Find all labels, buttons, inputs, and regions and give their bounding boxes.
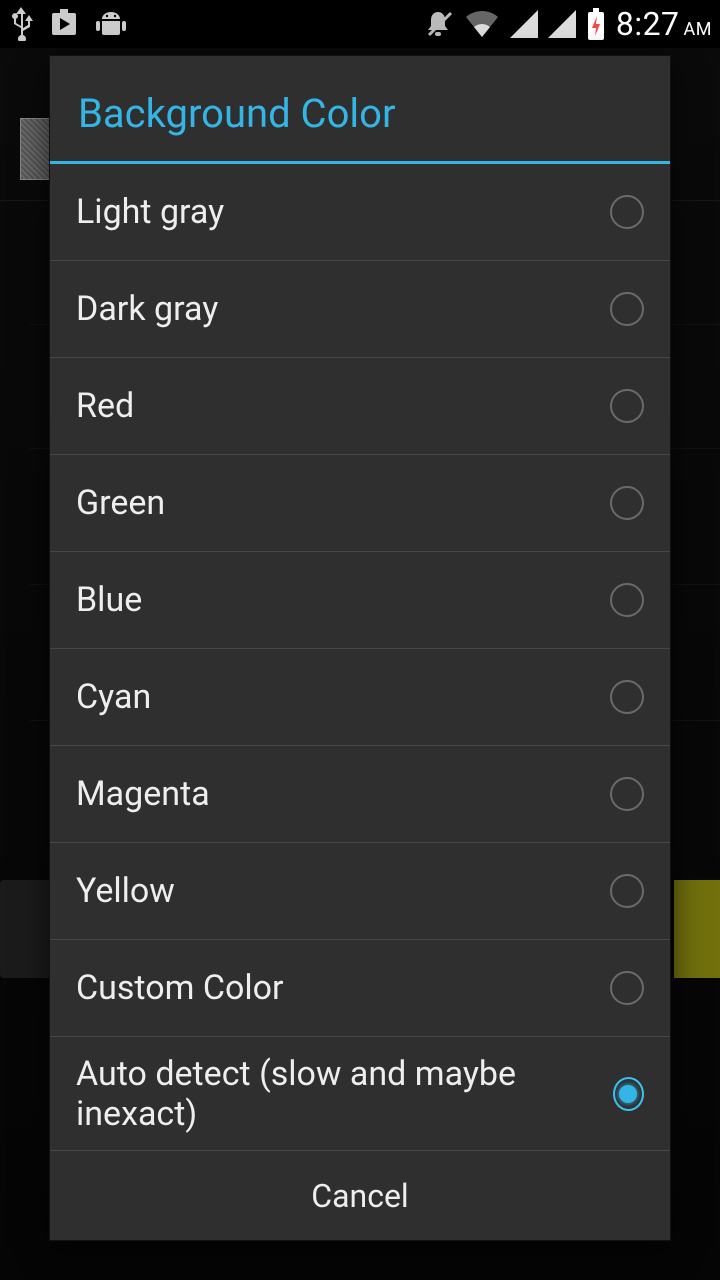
battery-charging-icon <box>586 8 606 40</box>
option-label: Yellow <box>76 871 610 911</box>
status-bar-right: 8:27AM <box>426 5 712 43</box>
radio-icon <box>613 1077 644 1111</box>
option-yellow[interactable]: Yellow <box>50 843 670 940</box>
option-label: Auto detect (slow and maybe inexact) <box>76 1054 613 1134</box>
status-bar-left <box>8 7 128 41</box>
dialog-footer: Cancel <box>50 1150 670 1240</box>
signal-1-icon <box>510 10 538 38</box>
status-time-value: 8:27 <box>616 5 680 43</box>
radio-icon <box>610 195 644 229</box>
radio-icon <box>610 583 644 617</box>
usb-icon <box>8 7 34 41</box>
dialog-title: Background Color <box>50 56 670 161</box>
option-label: Red <box>76 386 610 426</box>
status-bar: 8:27AM <box>0 0 720 48</box>
option-light-gray[interactable]: Light gray <box>50 164 670 261</box>
status-time-ampm: AM <box>684 19 712 40</box>
radio-icon <box>610 680 644 714</box>
option-red[interactable]: Red <box>50 358 670 455</box>
option-custom-color[interactable]: Custom Color <box>50 940 670 1037</box>
signal-2-icon <box>548 10 576 38</box>
option-label: Dark gray <box>76 289 610 329</box>
radio-icon <box>610 874 644 908</box>
screen: 8:27AM Background Color Light gray Dark … <box>0 0 720 1280</box>
background-color-dialog: Background Color Light gray Dark gray Re… <box>50 56 670 1240</box>
option-label: Blue <box>76 580 610 620</box>
radio-icon <box>610 971 644 1005</box>
wifi-icon <box>464 9 500 39</box>
radio-icon <box>610 777 644 811</box>
option-green[interactable]: Green <box>50 455 670 552</box>
radio-icon <box>610 292 644 326</box>
dialog-options-list[interactable]: Light gray Dark gray Red Green Blue Cyan <box>50 164 670 1150</box>
option-cyan[interactable]: Cyan <box>50 649 670 746</box>
option-label: Green <box>76 483 610 523</box>
option-dark-gray[interactable]: Dark gray <box>50 261 670 358</box>
option-blue[interactable]: Blue <box>50 552 670 649</box>
option-label: Light gray <box>76 192 610 232</box>
play-store-icon <box>48 9 80 39</box>
radio-icon <box>610 389 644 423</box>
cancel-button[interactable]: Cancel <box>311 1177 408 1215</box>
mute-icon <box>426 9 454 39</box>
android-icon <box>94 9 128 39</box>
option-magenta[interactable]: Magenta <box>50 746 670 843</box>
option-label: Custom Color <box>76 968 610 1008</box>
status-time: 8:27AM <box>616 5 712 43</box>
option-label: Cyan <box>76 677 610 717</box>
background-highlight-right <box>674 880 720 978</box>
option-label: Magenta <box>76 774 610 814</box>
radio-icon <box>610 486 644 520</box>
option-auto-detect[interactable]: Auto detect (slow and maybe inexact) <box>50 1037 670 1150</box>
